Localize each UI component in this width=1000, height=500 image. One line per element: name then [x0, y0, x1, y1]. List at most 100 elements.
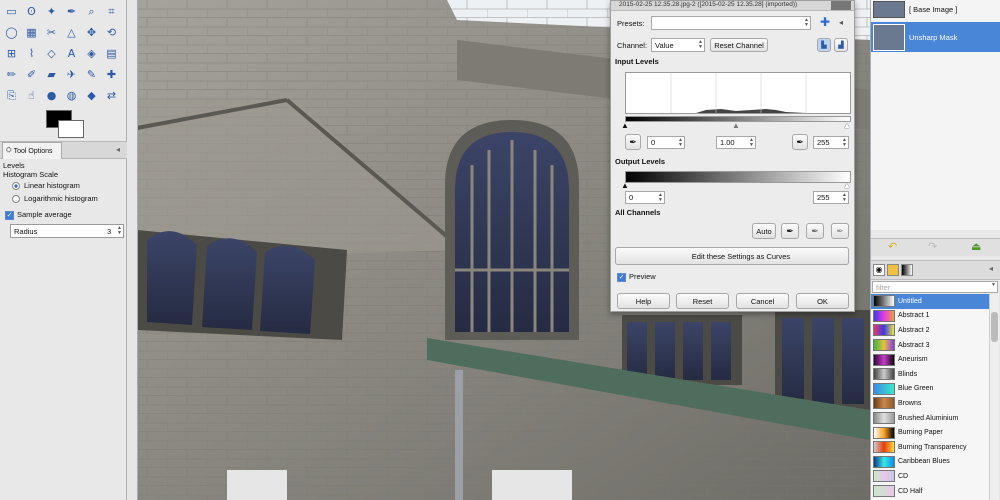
zoom-icon[interactable]: ⌕	[82, 2, 101, 21]
add-preset-icon[interactable]: ✚	[820, 15, 830, 29]
align-icon[interactable]: ⊞	[2, 44, 21, 63]
input-gamma-value: 1.00	[720, 138, 735, 147]
linear-histogram-radio[interactable]: Linear histogram	[12, 181, 80, 191]
gradient-item[interactable]: Brushed Aluminium	[871, 411, 989, 426]
paintbrush-icon[interactable]: ✐	[22, 65, 41, 84]
pick-white-button[interactable]: ✒	[792, 134, 808, 150]
scrollbar-thumb[interactable]	[991, 312, 998, 342]
ink-icon[interactable]: ✎	[82, 65, 101, 84]
measure-icon[interactable]: △	[62, 23, 81, 42]
tab-tool-options[interactable]: ⛭ Tool Options	[2, 142, 62, 159]
heal-icon[interactable]: ✚	[102, 65, 121, 84]
clone-icon[interactable]: ⎘	[2, 86, 21, 105]
ok-button[interactable]: OK	[796, 293, 849, 309]
output-low-field[interactable]: 0 ▲ ▼	[625, 191, 665, 204]
gradient-item[interactable]: Caribbean Blues	[871, 455, 989, 470]
lasso-icon[interactable]: ʘ	[22, 2, 41, 21]
sample-average-checkbox[interactable]: ✓ Sample average	[5, 210, 72, 220]
gradient-swatch	[873, 485, 895, 498]
radius-spin-icon[interactable]: ▲ ▼	[117, 226, 122, 236]
gradient-item[interactable]: CD Half	[871, 484, 989, 499]
gradient-item[interactable]: Browns	[871, 396, 989, 411]
channel-select[interactable]: Value ▲ ▼	[651, 38, 705, 52]
input-low-field[interactable]: 0 ▲ ▼	[647, 136, 685, 149]
sharpen-icon[interactable]: ◆	[82, 86, 101, 105]
log-mode-button[interactable]: ▟	[834, 38, 848, 52]
dodge-icon[interactable]: ●	[42, 86, 61, 105]
bucket-fill-icon[interactable]: ◈	[82, 44, 101, 63]
spin-icon: ▲ ▼	[842, 192, 847, 203]
airbrush-icon[interactable]: ✈	[62, 65, 81, 84]
gradient-item[interactable]: CD	[871, 469, 989, 484]
rect-select-icon[interactable]: ▭	[2, 2, 21, 21]
gradient-item[interactable]: Blinds	[871, 367, 989, 382]
layer-row-selected[interactable]: Unsharp Mask	[871, 22, 1000, 52]
tab-brushes-icon[interactable]: ◉	[873, 264, 885, 276]
input-gamma-field[interactable]: 1.00 ▲ ▼	[716, 136, 756, 149]
crop-icon[interactable]: ⌗	[102, 2, 121, 21]
text-icon[interactable]: A	[62, 44, 81, 63]
gradient-scrollbar[interactable]	[989, 294, 999, 500]
auto-button[interactable]: Auto	[752, 223, 776, 239]
rotate-icon[interactable]: ⟲	[102, 23, 121, 42]
fuzzy-select-icon[interactable]: ✦	[42, 2, 61, 21]
gradient-item[interactable]: Abstract 2	[871, 323, 989, 338]
tab-patterns-icon[interactable]	[887, 264, 899, 276]
log-histogram-radio[interactable]: Logarithmic histogram	[12, 194, 98, 204]
smudge-icon[interactable]: ☝	[22, 86, 41, 105]
tab-menu-icon[interactable]: ◂	[116, 145, 120, 154]
color-picker-icon[interactable]: ✒	[62, 2, 81, 21]
edit-as-curves-button[interactable]: Edit these Settings as Curves	[615, 247, 849, 265]
undo-toolbar: ↶ ↷ ⏏	[871, 238, 1000, 256]
gradient-filter-input[interactable]: filter ▼	[872, 281, 998, 293]
gradient-item[interactable]: Blue Green	[871, 382, 989, 397]
pick-black-button[interactable]: ✒	[625, 134, 641, 150]
gradient-item[interactable]: Aneurism	[871, 352, 989, 367]
reset-button[interactable]: Reset	[676, 293, 729, 309]
input-gamma-handle-icon[interactable]: ▲	[732, 121, 740, 130]
output-high-handle-icon[interactable]: ▲	[843, 181, 851, 190]
output-low-handle-icon[interactable]: ▲	[621, 181, 629, 190]
scissors-icon[interactable]: ✂	[42, 23, 61, 42]
blur-icon[interactable]: ◍	[62, 86, 81, 105]
tab-menu-icon[interactable]: ◂	[989, 264, 993, 273]
undo-icon[interactable]: ↶	[888, 240, 897, 253]
gradient-item[interactable]: Burning Transparency	[871, 440, 989, 455]
layer-row[interactable]: [ Base Image ]	[871, 0, 1000, 19]
preset-menu-icon[interactable]: ◂	[839, 18, 843, 27]
preview-checkbox[interactable]: ✓ Preview	[617, 272, 656, 282]
clear-history-icon[interactable]: ⏏	[971, 240, 981, 253]
gradient-item[interactable]: Abstract 1	[871, 309, 989, 324]
presets-combo[interactable]: ▲ ▼	[651, 16, 811, 30]
pick-black-all-button[interactable]: ✒	[781, 223, 799, 239]
eraser-icon[interactable]: ▰	[42, 65, 61, 84]
background-color-swatch[interactable]	[58, 120, 84, 138]
color-selector[interactable]	[44, 108, 86, 140]
perspective-icon[interactable]: ◇	[42, 44, 61, 63]
input-high-handle-icon[interactable]: ▲	[843, 121, 851, 130]
by-color-select-icon[interactable]: ▦	[22, 23, 41, 42]
input-high-field[interactable]: 255 ▲ ▼	[813, 136, 849, 149]
path-icon[interactable]: ⌇	[22, 44, 41, 63]
gradient-icon[interactable]: ▤	[102, 44, 121, 63]
gradient-item[interactable]: Abstract 3	[871, 338, 989, 353]
output-high-field[interactable]: 255 ▲ ▼	[813, 191, 849, 204]
reset-channel-button[interactable]: Reset Channel	[710, 38, 768, 52]
pick-gray-all-button[interactable]: ✒	[806, 223, 824, 239]
radius-slider[interactable]: Radius 3 ▲ ▼	[10, 224, 124, 238]
move-icon[interactable]: ✥	[82, 23, 101, 42]
flip-icon[interactable]: ⇄	[102, 86, 121, 105]
cancel-button[interactable]: Cancel	[736, 293, 789, 309]
pick-white-all-button[interactable]: ✒	[831, 223, 849, 239]
redo-icon[interactable]: ↷	[928, 240, 937, 253]
input-low-handle-icon[interactable]: ▲	[621, 121, 629, 130]
radio-selected-icon	[12, 182, 20, 191]
tool-grid: ▭ ʘ ✦ ✒ ⌕ ⌗ ◯ ▦ ✂ △ ✥ ⟲ ⊞ ⌇ ◇ A ◈ ▤ ✏ ✐ ▰ ✈ ✎ ✚ ⎘ ☝ ● ◍ ◆ ⇄	[2, 2, 122, 107]
gradient-item[interactable]: Untitled	[871, 294, 989, 309]
ellipse-select-icon[interactable]: ◯	[2, 23, 21, 42]
pencil-icon[interactable]: ✏	[2, 65, 21, 84]
tab-gradients-icon[interactable]	[901, 264, 913, 276]
help-button[interactable]: Help	[617, 293, 670, 309]
linear-mode-button[interactable]: ▙	[817, 38, 831, 52]
gradient-item[interactable]: Burning Paper	[871, 425, 989, 440]
